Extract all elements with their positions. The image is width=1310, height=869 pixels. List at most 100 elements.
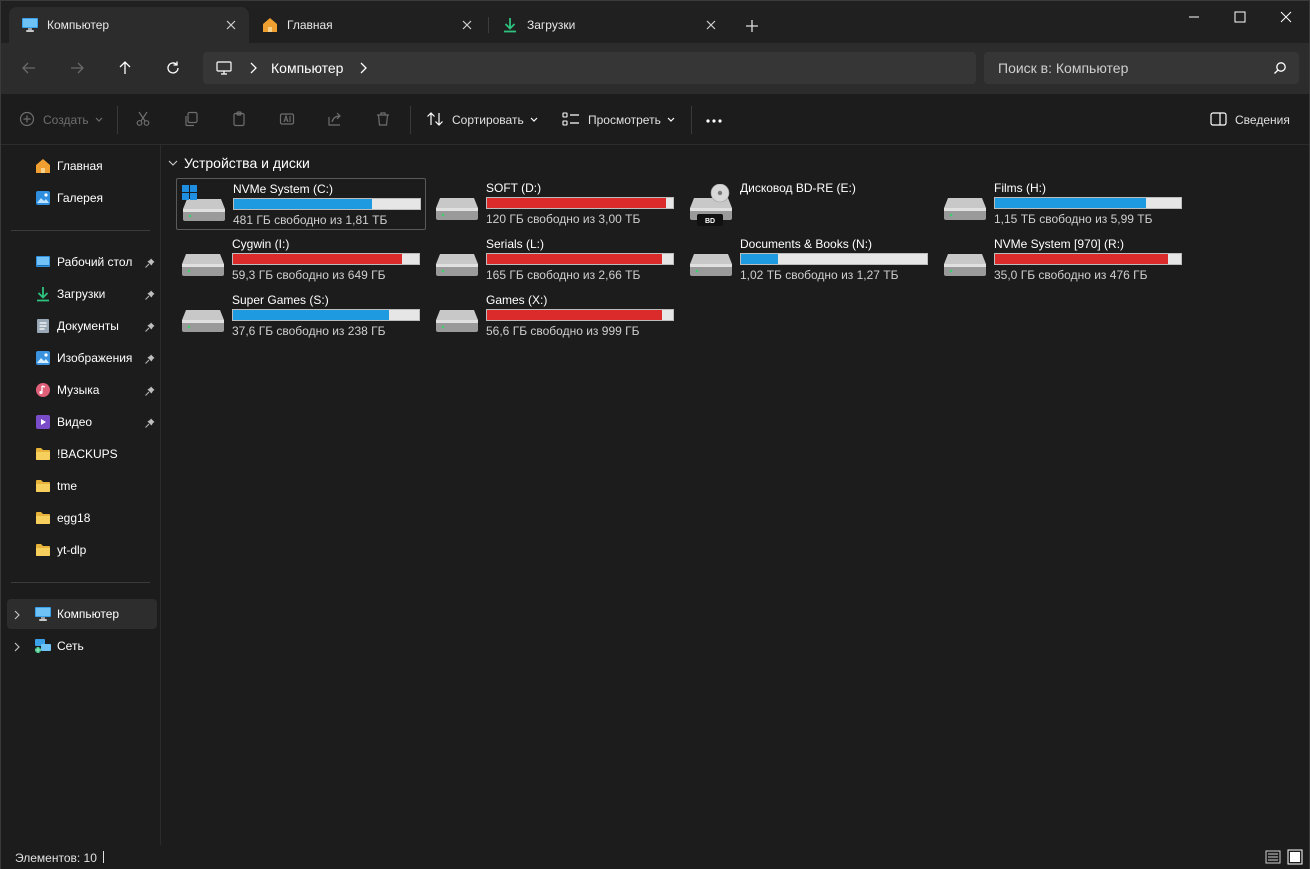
home-icon [261,16,279,34]
drive-usage-fill [487,198,666,208]
sidebar-item-documents[interactable]: Документы [7,311,157,341]
drive-tile[interactable]: Serials (L:) 165 ГБ свободно из 2,66 ТБ [430,234,680,286]
pin-icon[interactable] [145,257,155,268]
minimize-button[interactable] [1171,1,1217,33]
copy-button[interactable] [183,108,199,132]
tab-downloads[interactable]: Загрузки [489,7,729,43]
create-button[interactable]: Создать [19,108,103,132]
refresh-button[interactable] [160,55,186,81]
sidebar-item-label: Музыка [57,383,100,397]
paste-button[interactable] [231,108,247,132]
drive-tile[interactable]: NVMe System [970] (R:) 35,0 ГБ свободно и… [938,234,1188,286]
drive-name: NVMe System [970] (R:) [994,237,1125,251]
documents-icon [34,317,52,335]
pin-icon[interactable] [145,321,155,332]
drive-name: SOFT (D:) [486,181,542,195]
drive-usage-bar [232,253,420,265]
close-window-button[interactable] [1263,1,1309,33]
sidebar-item-gallery[interactable]: Галерея [7,183,157,213]
drive-usage-bar [232,309,420,321]
details-view-button[interactable] [1265,849,1281,865]
close-tab-icon[interactable] [223,17,239,33]
details-pane-button[interactable]: Сведения [1210,108,1290,132]
sidebar-item-backups[interactable]: !BACKUPS [7,439,157,469]
forward-button[interactable] [64,55,90,81]
sort-icon [426,111,444,130]
close-tab-icon[interactable] [703,17,719,33]
clipboard-icon [231,110,247,130]
chevron-right-icon[interactable] [357,62,369,74]
title-bar: Компьютер Главная Загрузки [1,1,1309,43]
search-input[interactable] [998,60,1258,76]
drive-usage-bar [994,197,1182,209]
sidebar-item-egg18[interactable]: egg18 [7,503,157,533]
back-button[interactable] [16,55,42,81]
pin-icon[interactable] [145,353,155,364]
breadcrumb-computer[interactable]: Компьютер [271,60,343,76]
status-bar: Элементов: 10 [1,845,1309,869]
tiles-view-button[interactable] [1287,849,1303,865]
chevron-right-icon[interactable] [247,62,259,74]
command-bar: Создать Сортировать Просмотреть Сведения [1,93,1309,145]
scissors-icon [135,111,151,130]
address-bar[interactable]: Компьютер [203,52,976,84]
close-tab-icon[interactable] [459,17,475,33]
tab-home[interactable]: Главная [249,7,485,43]
video-icon [34,413,52,431]
sidebar-item-downloads[interactable]: Загрузки [7,279,157,309]
sidebar-item-pictures[interactable]: Изображения [7,343,157,373]
tab-computer[interactable]: Компьютер [9,7,249,43]
view-button[interactable]: Просмотреть [562,108,675,132]
drive-tile[interactable]: BD Дисковод BD-RE (E:) [684,178,934,230]
hard-drive-icon [434,184,480,224]
more-dots-icon [705,113,723,127]
pin-icon[interactable] [145,289,155,300]
share-button[interactable] [327,108,343,132]
group-header-devices[interactable]: Устройства и диски [168,154,310,172]
drive-tile[interactable]: Super Games (S:) 37,6 ГБ свободно из 238 … [176,290,426,342]
sidebar-item-label: Изображения [57,351,133,365]
chevron-right-icon[interactable] [13,609,23,620]
drive-free-space: 120 ГБ свободно из 3,00 ТБ [486,212,641,226]
drive-tile[interactable]: Games (X:) 56,6 ГБ свободно из 999 ГБ [430,290,680,342]
delete-button[interactable] [375,108,391,132]
drive-tile[interactable]: Films (H:) 1,15 ТБ свободно из 5,99 ТБ [938,178,1188,230]
maximize-button[interactable] [1217,1,1263,33]
drive-tile[interactable]: Documents & Books (N:) 1,02 ТБ свободно и… [684,234,934,286]
sidebar-item-video[interactable]: Видео [7,407,157,437]
more-options-button[interactable] [705,108,723,132]
sidebar-item-label: egg18 [57,511,91,525]
search-box[interactable] [984,52,1299,84]
drive-name: Cygwin (I:) [232,237,290,251]
sidebar-item-tme[interactable]: tme [7,471,157,501]
monitor-icon [21,16,39,34]
sidebar-item-yt-dlp[interactable]: yt-dlp [7,535,157,565]
cut-button[interactable] [135,108,151,132]
sidebar-item-computer[interactable]: Компьютер [7,599,157,629]
rename-button[interactable] [279,108,295,132]
sidebar-item-home[interactable]: Главная [7,151,157,181]
drive-free-space: 1,02 ТБ свободно из 1,27 ТБ [740,268,899,282]
sidebar-item-music[interactable]: Музыка [7,375,157,405]
search-icon[interactable] [1273,61,1287,75]
drive-usage-bar [233,198,421,210]
pin-icon[interactable] [145,385,155,396]
sidebar-item-desktop[interactable]: Рабочий стол [7,247,157,277]
pin-icon[interactable] [145,417,155,428]
sort-button[interactable]: Сортировать [426,108,538,132]
chevron-right-icon[interactable] [13,641,23,652]
chevron-down-icon [168,158,178,168]
monitor-outline-icon [215,59,233,77]
drive-usage-fill [741,254,779,264]
drive-usage-fill [487,254,662,264]
drive-tile[interactable]: Cygwin (I:) 59,3 ГБ свободно из 649 ГБ [176,234,426,286]
new-tab-button[interactable] [741,15,763,37]
download-icon [501,16,519,34]
status-caret [103,851,104,863]
plus-circle-icon [19,111,35,130]
toolbar-separator [410,106,411,134]
drive-tile[interactable]: NVMe System (C:) 481 ГБ свободно из 1,81 … [176,178,426,230]
drive-tile[interactable]: SOFT (D:) 120 ГБ свободно из 3,00 ТБ [430,178,680,230]
sidebar-item-network[interactable]: Сеть [7,631,157,661]
up-button[interactable] [112,55,138,81]
